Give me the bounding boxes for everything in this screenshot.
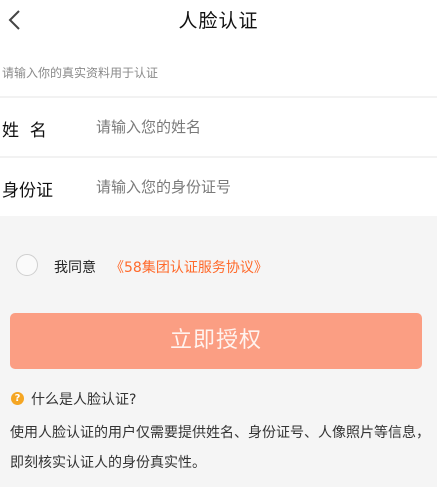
header: 人脸认证: [0, 0, 437, 48]
faq-description: 使用人脸认证的用户仅需要提供姓名、身份证号、人像照片等信息，即刻核实认证人的身份…: [10, 425, 430, 471]
name-input[interactable]: [96, 114, 416, 140]
question-icon: ?: [11, 392, 24, 405]
name-row: 姓 名: [0, 98, 437, 156]
hint-text: 请输入你的真实资料用于认证: [2, 66, 159, 80]
page-title: 人脸认证: [178, 10, 259, 32]
agreement-row: 我同意 《58集团认证服务协议》: [0, 250, 437, 282]
agreement-link[interactable]: 《58集团认证服务协议》: [110, 257, 268, 277]
agreement-radio[interactable]: [16, 254, 38, 276]
id-row: 身份证: [0, 158, 437, 216]
faq-title: 什么是人脸认证?: [31, 392, 137, 408]
authorize-button[interactable]: 立即授权: [10, 313, 422, 369]
agreement-text: 我同意: [54, 260, 96, 276]
name-label: 姓 名: [2, 121, 47, 141]
id-input[interactable]: [96, 174, 416, 200]
hint-bar: 请输入你的真实资料用于认证: [0, 48, 437, 96]
id-label: 身份证: [2, 181, 53, 201]
